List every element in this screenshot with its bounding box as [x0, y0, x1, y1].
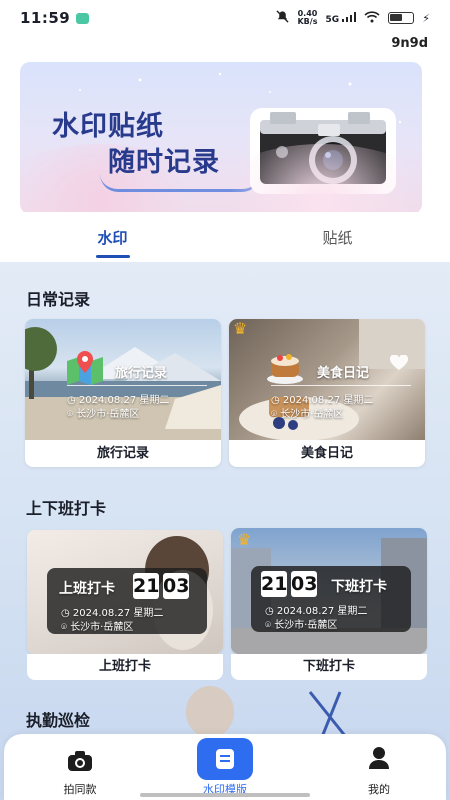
food-wm-location: ⌾ 长沙市·岳麓区 — [271, 405, 343, 420]
travel-wm-location: ⌾ 长沙市·岳麓区 — [67, 405, 139, 420]
nav-label: 拍同款 — [63, 783, 97, 796]
food-wm-date: ◷ 2024.08.27 星期二 — [271, 391, 373, 406]
vip-crown-icon: ♛ — [233, 319, 248, 338]
section-title-patrol: 执勤巡检 — [26, 711, 91, 730]
camera-icon — [250, 108, 396, 194]
clock-out-hour: 21 — [261, 571, 288, 597]
nav-center-button[interactable] — [197, 738, 253, 780]
section-title-commute: 上下班打卡 — [26, 499, 107, 518]
template-list[interactable]: 日常记录 旅行记录 ◷ 2024.08.27 星期二 ⌾ 长沙市·岳麓区 旅行记… — [0, 262, 450, 800]
clock-out-minute: 03 — [291, 571, 318, 597]
template-card-label: 美食日记 — [300, 446, 353, 461]
status-icons: 0.40 KB/s 5G ⚡ — [276, 10, 430, 26]
clock-in-location: ⌾ 长沙市·岳麓区 — [61, 618, 133, 633]
location-icon: ⌾ — [67, 409, 73, 420]
clock-in-minute: 03 — [163, 573, 190, 599]
location-icon: ⌾ — [271, 409, 277, 420]
banner-title-line1: 水印贴纸 — [52, 111, 164, 142]
template-card-clock-in[interactable]: 上班打卡 21 03 ◷ 2024.08.27 星期二 ⌾ 长沙市·岳麓区 — [27, 530, 223, 654]
user-icon — [369, 747, 389, 769]
status-time: 11:59 — [20, 9, 71, 27]
home-indicator[interactable] — [140, 793, 310, 797]
travel-preview-image: 旅行记录 ◷ 2024.08.27 星期二 ⌾ 长沙市·岳麓区 — [25, 319, 221, 440]
tab-sticker-label: 贴纸 — [322, 229, 353, 247]
clock-in-location-text: 长沙市·岳麓区 — [70, 622, 134, 633]
location-icon: ⌾ — [61, 622, 67, 633]
food-wm-location-text: 长沙市·岳麓区 — [280, 409, 344, 420]
clock-out-location-text: 长沙市·岳麓区 — [274, 620, 338, 631]
travel-wm-location-text: 长沙市·岳麓区 — [76, 409, 140, 420]
clock-out-location: ⌾ 长沙市·岳麓区 — [265, 616, 337, 631]
clock-out-watermark: 21 03 下班打卡 ◷ 2024.08.27 星期二 ⌾ 长沙市·岳麓区 — [251, 566, 411, 632]
wifi-icon — [364, 10, 380, 26]
food-wm-title: 美食日记 — [317, 366, 370, 381]
camera-icon — [68, 751, 92, 771]
template-card-travel[interactable]: 旅行记录 ◷ 2024.08.27 星期二 ⌾ 长沙市·岳麓区 旅行记录 — [25, 319, 221, 467]
clock-in-date: ◷ 2024.08.27 星期二 — [61, 604, 163, 619]
clock-in-wm-title: 上班打卡 — [59, 581, 115, 597]
nav-item-mine[interactable]: 我的 — [329, 734, 429, 800]
tab-watermark-label: 水印 — [97, 229, 128, 247]
net-speed-unit: KB/s — [297, 17, 318, 26]
section-title-daily: 日常记录 — [26, 290, 91, 309]
map-pin-icon — [67, 351, 103, 385]
travel-wm-date: ◷ 2024.08.27 星期二 — [67, 391, 169, 406]
banner-swoosh — [100, 174, 260, 192]
location-icon: ⌾ — [265, 620, 271, 631]
net-speed: 0.40 KB/s — [297, 10, 317, 26]
food-preview-image: ♛ 美食日记 ◷ 2024.08.27 星期二 ⌾ 长沙市·岳麓区 — [229, 319, 425, 440]
clock-out-wm-title: 下班打卡 — [331, 579, 387, 595]
app-code: 9n9d — [391, 36, 428, 51]
app-notification-icon — [76, 12, 90, 24]
nav-item-shoot-same[interactable]: 拍同款 — [30, 734, 130, 800]
nav-item-watermark-template[interactable]: 水印模版 — [175, 734, 275, 800]
clock-in-watermark: 上班打卡 21 03 ◷ 2024.08.27 星期二 ⌾ 长沙市·岳麓区 — [47, 568, 207, 634]
category-tabs: 水印 贴纸 — [0, 212, 450, 262]
battery-icon — [388, 12, 415, 24]
status-bar: 11:59 0.40 KB/s 5G ⚡ — [0, 0, 450, 36]
food-wm-divider — [271, 385, 411, 386]
clock-out-preview-image: ♛ 21 03 下班打卡 ◷ 2024.08.27 星期二 ⌾ 长沙市·岳麓区 — [231, 528, 427, 654]
tab-sticker[interactable]: 贴纸 — [225, 212, 450, 262]
vip-crown-icon: ♛ — [237, 530, 252, 549]
travel-wm-divider — [67, 385, 207, 386]
charging-icon: ⚡ — [422, 11, 430, 25]
cake-icon — [267, 354, 303, 384]
nav-label: 我的 — [368, 783, 390, 796]
bottom-navigation: 拍同款 水印模版 我的 — [4, 734, 446, 800]
travel-wm-title: 旅行记录 — [115, 366, 168, 381]
promo-banner[interactable]: 水印贴纸 随时记录 — [20, 62, 422, 214]
clock-out-date: ◷ 2024.08.27 星期二 — [265, 602, 367, 617]
template-card-label: 旅行记录 — [96, 446, 149, 461]
template-card-clock-out[interactable]: ♛ 21 03 下班打卡 ◷ 2024.08.27 星期二 ⌾ 长沙市·岳麓区 — [231, 528, 427, 654]
template-card-food[interactable]: ♛ 美食日记 ◷ 2024.08.27 星期二 ⌾ 长沙市·岳麓区 美食日记 — [229, 319, 425, 467]
clock-in-preview-image: 上班打卡 21 03 ◷ 2024.08.27 星期二 ⌾ 长沙市·岳麓区 — [27, 530, 223, 654]
signal-icon: 5G — [325, 11, 357, 25]
tab-watermark[interactable]: 水印 — [0, 212, 225, 262]
mute-icon — [276, 10, 290, 26]
heart-icon — [389, 355, 409, 370]
signal-label: 5G — [325, 14, 340, 25]
tab-active-indicator — [95, 255, 130, 258]
clock-in-hour: 21 — [133, 573, 160, 599]
document-icon — [216, 749, 234, 769]
